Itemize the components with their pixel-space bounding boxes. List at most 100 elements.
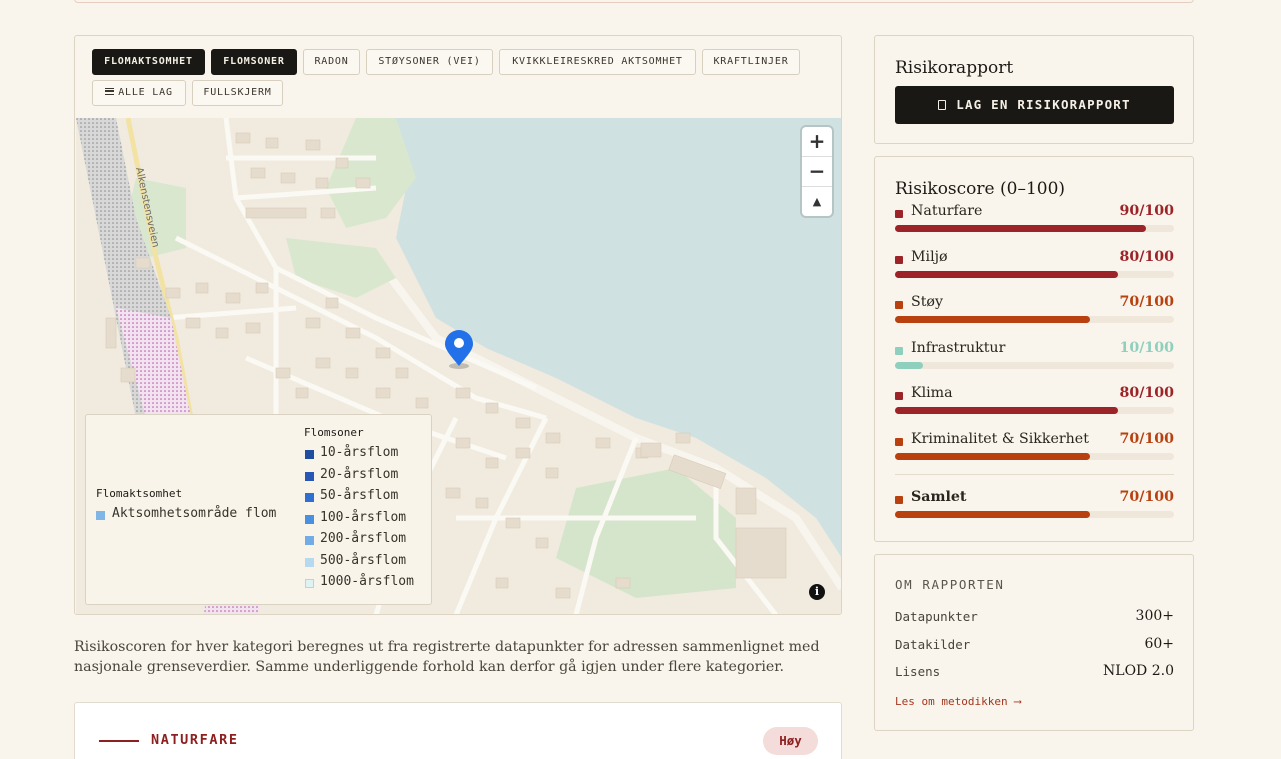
score-fill xyxy=(895,271,1119,278)
layer-chip-stoysoner[interactable]: STØYSONER (VEI) xyxy=(366,49,493,75)
score-fill xyxy=(895,453,1091,460)
score-track xyxy=(895,225,1174,232)
all-layers-button[interactable]: ALLE LAG xyxy=(92,80,186,106)
about-row: Lisens NLOD 2.0 xyxy=(895,663,1174,684)
legend-swatch xyxy=(305,472,314,481)
severity-badge: Høy xyxy=(763,727,818,755)
score-row-klima: Klima 80/100 xyxy=(895,385,1174,425)
create-report-label: LAG EN RISIKORAPPORT xyxy=(956,97,1131,112)
legend-flomsone-item: 100-årsflom xyxy=(320,510,407,525)
map-view[interactable]: Alkenstensveien + − ▲ i Flomaktsomhet Ak… xyxy=(76,118,841,614)
legend-flomsone-item: 10-årsflom xyxy=(320,445,399,460)
top-banner-edge xyxy=(74,0,1194,3)
score-row-samlet: Samlet 70/100 xyxy=(895,489,1174,529)
score-row-stoy: Støy 70/100 xyxy=(895,294,1174,334)
layer-chip-kraftlinjer[interactable]: KRAFTLINJER xyxy=(702,49,800,75)
legend-swatch xyxy=(305,493,314,502)
legend-swatch xyxy=(305,515,314,524)
layer-chip-kvikkleireskred[interactable]: KVIKKLEIRESKRED AKTSOMHET xyxy=(499,49,696,75)
score-value: 70/100 xyxy=(1119,489,1174,505)
score-row-miljo: Miljø 80/100 xyxy=(895,249,1174,289)
score-dot xyxy=(895,256,903,264)
score-fill xyxy=(895,511,1091,518)
risikorapport-title: Risikorapport xyxy=(895,58,1014,78)
score-divider xyxy=(895,474,1174,475)
about-title: OM RAPPORTEN xyxy=(895,577,1005,592)
compass-icon: ▲ xyxy=(812,195,822,208)
score-label: Infrastruktur xyxy=(911,340,1006,356)
about-row: Datakilder 60+ xyxy=(895,636,1174,657)
risikoscore-title: Risikoscore (0–100) xyxy=(895,179,1066,199)
score-row-kriminalitet: Kriminalitet & Sikkerhet 70/100 xyxy=(895,431,1174,471)
layer-chip-flomsoner[interactable]: FLOMSONER xyxy=(211,49,297,75)
score-track xyxy=(895,511,1174,518)
risk-caption: Risikoscoren for hver kategori beregnes … xyxy=(74,639,820,675)
about-key: Datakilder xyxy=(895,637,971,652)
methodology-link[interactable]: Les om metodikken ⟶ xyxy=(895,695,1021,708)
all-layers-label: ALLE LAG xyxy=(118,87,173,98)
score-dot xyxy=(895,438,903,446)
legend-swatch xyxy=(305,450,314,459)
about-value: NLOD 2.0 xyxy=(1103,663,1174,679)
score-value: 10/100 xyxy=(1119,340,1174,356)
score-value: 80/100 xyxy=(1119,249,1174,265)
score-fill xyxy=(895,362,923,369)
score-label: Naturfare xyxy=(911,203,983,219)
score-fill xyxy=(895,407,1119,414)
layer-chip-radon[interactable]: RADON xyxy=(303,49,360,75)
score-dot xyxy=(895,347,903,355)
score-label: Samlet xyxy=(911,489,967,505)
info-icon[interactable]: i xyxy=(809,584,825,600)
about-value: 300+ xyxy=(1135,608,1174,624)
score-value: 70/100 xyxy=(1119,431,1174,447)
risikoscore-card: Risikoscore (0–100) Naturfare 90/100 Mil… xyxy=(874,156,1194,542)
zoom-controls: + − ▲ xyxy=(802,127,832,216)
legend-flomsoner-title: Flomsoner xyxy=(304,426,364,439)
zoom-out-button[interactable]: − xyxy=(802,157,832,186)
legend-swatch xyxy=(305,536,314,545)
about-card: OM RAPPORTEN Datapunkter 300+ Datakilder… xyxy=(874,554,1194,731)
score-label: Støy xyxy=(911,294,943,310)
score-track xyxy=(895,316,1174,323)
about-key: Datapunkter xyxy=(895,609,978,624)
score-dot xyxy=(895,496,903,504)
layer-chip-flomaktsomhet[interactable]: FLOMAKTSOMHET xyxy=(92,49,205,75)
legend-swatch xyxy=(305,558,314,567)
compass-reset-button[interactable]: ▲ xyxy=(802,187,832,216)
menu-icon xyxy=(105,88,115,95)
fullscreen-button[interactable]: FULLSKJERM xyxy=(192,80,283,106)
legend-swatch xyxy=(96,511,105,520)
risikorapport-card: Risikorapport LAG EN RISIKORAPPORT xyxy=(874,35,1194,144)
score-label: Miljø xyxy=(911,249,948,265)
score-track xyxy=(895,407,1174,414)
about-value: 60+ xyxy=(1144,636,1174,652)
create-report-button[interactable]: LAG EN RISIKORAPPORT xyxy=(895,86,1174,124)
score-row-naturfare: Naturfare 90/100 xyxy=(895,203,1174,243)
score-label: Kriminalitet & Sikkerhet xyxy=(911,431,1089,447)
legend-flomaktsomhet-item: Aktsomhetsområde flom xyxy=(112,506,277,521)
score-value: 80/100 xyxy=(1119,385,1174,401)
about-row: Datapunkter 300+ xyxy=(895,608,1174,629)
map-legend: Flomaktsomhet Aktsomhetsområde flom Flom… xyxy=(85,414,432,605)
section-accent-line xyxy=(99,740,139,742)
score-fill xyxy=(895,316,1091,323)
score-track xyxy=(895,271,1174,278)
score-dot xyxy=(895,210,903,218)
map-card: FLOMAKTSOMHET FLOMSONER RADON STØYSONER … xyxy=(74,35,842,615)
legend-flomsone-item: 500-årsflom xyxy=(320,553,407,568)
score-fill xyxy=(895,225,1147,232)
score-dot xyxy=(895,392,903,400)
score-track xyxy=(895,362,1174,369)
legend-flomaktsomhet-title: Flomaktsomhet xyxy=(96,487,183,500)
score-value: 90/100 xyxy=(1119,203,1174,219)
score-label: Klima xyxy=(911,385,953,401)
legend-flomsone-item: 20-årsflom xyxy=(320,467,399,482)
legend-flomsone-item: 200-årsflom xyxy=(320,531,407,546)
score-value: 70/100 xyxy=(1119,294,1174,310)
about-key: Lisens xyxy=(895,664,941,679)
zoom-in-button[interactable]: + xyxy=(802,127,832,156)
naturfare-title: NATURFARE xyxy=(151,732,239,748)
document-icon xyxy=(938,100,947,110)
legend-swatch xyxy=(305,579,314,588)
naturfare-section[interactable]: NATURFARE Høy xyxy=(74,702,842,759)
